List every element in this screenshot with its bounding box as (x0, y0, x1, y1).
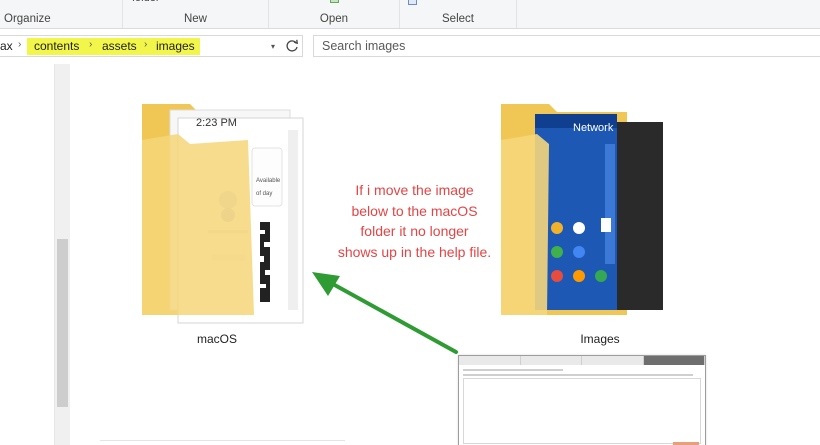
annotation-line: shows up in the help file. (337, 243, 492, 260)
chevron-right-icon[interactable]: › (89, 39, 92, 50)
search-box[interactable] (313, 35, 820, 57)
chevron-down-icon[interactable]: ▾ (266, 38, 280, 54)
ribbon-group-label: New (183, 13, 207, 25)
ribbon-group-organize[interactable]: Organize (0, 0, 55, 28)
ribbon-group-new[interactable]: New (122, 0, 269, 28)
annotation-line: folder it no longer (360, 223, 469, 239)
thumbnail-text-line (463, 374, 693, 376)
preview-snippet: of day (256, 191, 273, 197)
ribbon-group-select[interactable]: Select (400, 0, 517, 28)
search-input[interactable] (322, 39, 812, 53)
annotation-line: below to the macOS (351, 202, 478, 219)
thumbnail-text-area (463, 378, 701, 444)
ribbon-group-label: Select (442, 13, 474, 25)
folder-label: Images (580, 332, 620, 346)
breadcrumb-item[interactable]: images (156, 39, 195, 53)
arrow-annotation (312, 272, 458, 354)
annotation-note: If i move the image below to the macOS f… (322, 180, 507, 262)
ribbon-group-open[interactable]: Open (269, 0, 400, 28)
folder-macos[interactable]: 2:23 PM Available of day macOS (138, 100, 310, 350)
thumbnail-text-line (463, 369, 563, 371)
refresh-icon[interactable] (283, 37, 301, 55)
breadcrumb-item[interactable]: contents (34, 39, 79, 53)
preview-snippet: Available (256, 178, 281, 184)
ribbon-group-label: Organize (4, 13, 51, 25)
address-bar[interactable]: ax › contents › assets › images ▾ (0, 35, 303, 57)
scrollbar-thumb[interactable] (57, 239, 68, 407)
address-row: ax › contents › assets › images ▾ (0, 29, 820, 64)
folder-label: macOS (196, 332, 237, 346)
navigation-scrollbar[interactable] (54, 64, 70, 445)
thumbnail-tab (459, 356, 521, 365)
chevron-right-icon[interactable]: › (18, 39, 21, 50)
thumbnail-tab (582, 356, 644, 365)
thumbnail-tab (520, 356, 582, 365)
folder-images[interactable]: Network Images (497, 100, 669, 350)
thumbnail-tab (643, 356, 705, 365)
preview-time: 2:23 PM (196, 117, 237, 129)
breadcrumb-item[interactable]: assets (102, 39, 137, 53)
image-thumbnail[interactable] (458, 355, 706, 445)
ribbon-group-label: Open (319, 13, 349, 25)
breadcrumb-item[interactable]: ax (0, 39, 13, 53)
thumbnail-tabs (459, 356, 705, 365)
folder-icon (142, 104, 304, 324)
annotation-line: If i move the image (355, 182, 474, 198)
chevron-right-icon[interactable]: › (144, 39, 147, 50)
ribbon: folder Organize New Open Select (0, 0, 820, 29)
divider (100, 440, 345, 441)
preview-title: Network (573, 122, 614, 134)
